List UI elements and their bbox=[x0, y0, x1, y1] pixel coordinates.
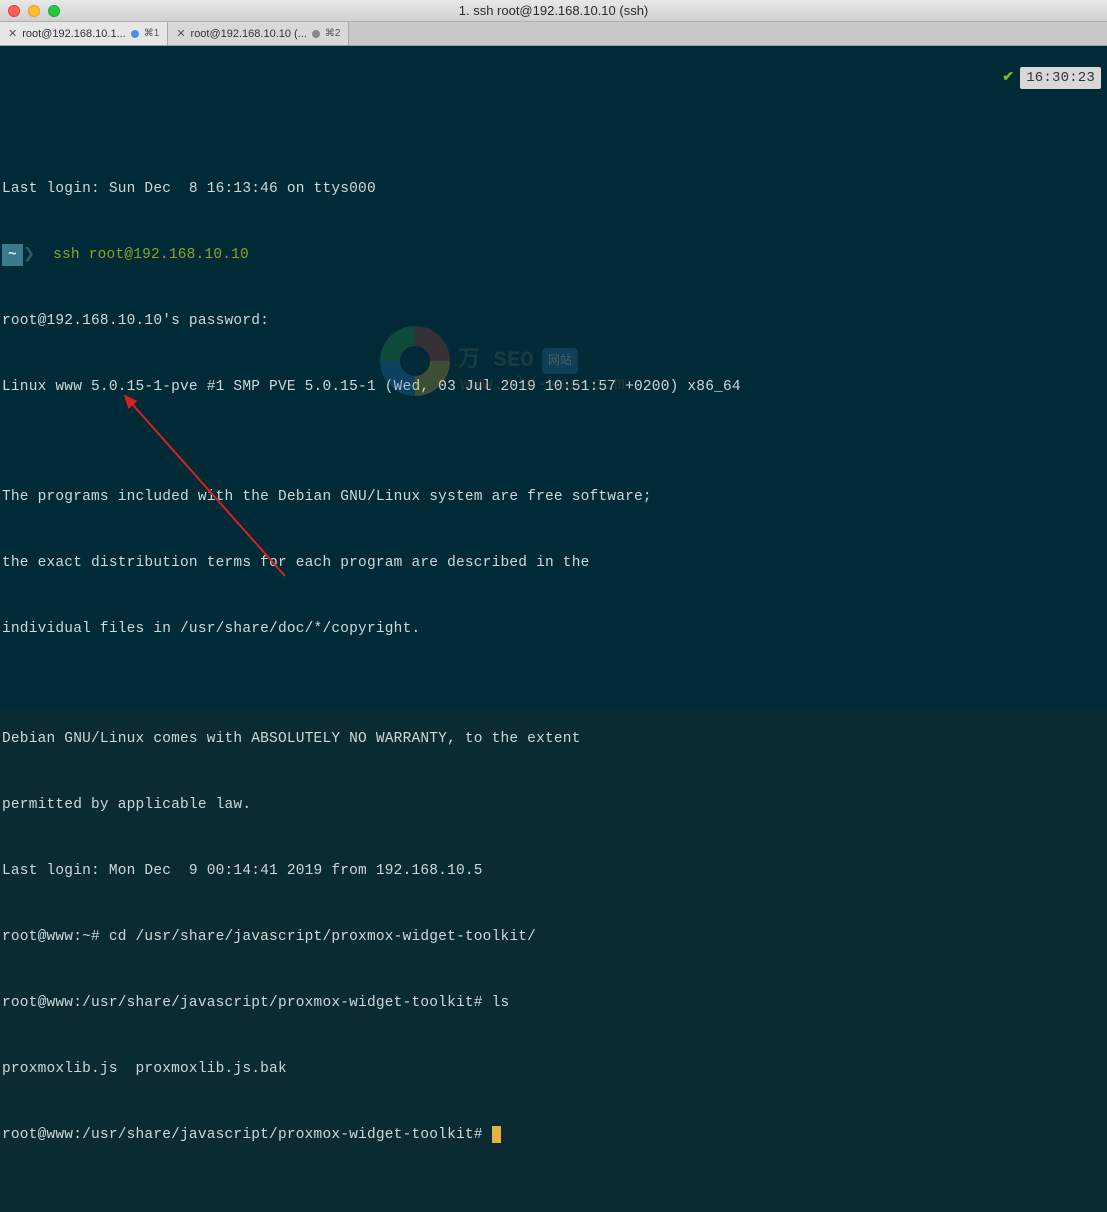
window-title: 1. ssh root@192.168.10.10 (ssh) bbox=[459, 3, 649, 18]
tab-1[interactable]: ✕ root@192.168.10.1... ⌘1 bbox=[0, 22, 168, 45]
prompt-cwd-badge: ~ bbox=[2, 244, 23, 266]
maximize-window-button[interactable] bbox=[48, 5, 60, 17]
command-name: ssh bbox=[53, 247, 80, 263]
terminal-line: permitted by applicable law. bbox=[2, 794, 1105, 816]
terminal-line: proxmoxlib.js proxmoxlib.js.bak bbox=[2, 1058, 1105, 1080]
command-arg: root@192.168.10.10 bbox=[89, 247, 249, 263]
tab-label: root@192.168.10.10 (... bbox=[191, 28, 307, 40]
terminal-line: root@www:/usr/share/javascript/proxmox-w… bbox=[2, 992, 1105, 1014]
terminal-line: ~❯ ssh root@192.168.10.10 bbox=[2, 244, 1105, 266]
tab-shortcut: ⌘1 bbox=[144, 28, 160, 39]
close-window-button[interactable] bbox=[8, 5, 20, 17]
cursor-icon bbox=[492, 1126, 501, 1143]
terminal-line: root@www:~# cd /usr/share/javascript/pro… bbox=[2, 926, 1105, 948]
tab-label: root@192.168.10.1... bbox=[22, 28, 126, 40]
watermark-logo-icon bbox=[380, 326, 450, 396]
chevron-right-icon: ❯ bbox=[23, 247, 35, 263]
check-icon: ✔ bbox=[1002, 67, 1014, 89]
prompt-text: root@www:/usr/share/javascript/proxmox-w… bbox=[2, 1127, 492, 1143]
clock-badge: ✔ 16:30:23 bbox=[1002, 67, 1101, 89]
close-tab-icon[interactable]: ✕ bbox=[8, 27, 17, 40]
status-indicator-icon bbox=[312, 30, 320, 38]
minimize-window-button[interactable] bbox=[28, 5, 40, 17]
tab-shortcut: ⌘2 bbox=[325, 28, 341, 39]
watermark-text: 万 SEO bbox=[458, 350, 534, 372]
terminal-line: individual files in /usr/share/doc/*/cop… bbox=[2, 618, 1105, 640]
tab-2[interactable]: ✕ root@192.168.10.10 (... ⌘2 bbox=[168, 22, 349, 45]
watermark-url: www.old-wan.com bbox=[460, 374, 625, 396]
terminal-area[interactable]: ✔ 16:30:23 万 SEO 网站 www.old-wan.com Last… bbox=[0, 46, 1107, 711]
terminal-line: Last login: Mon Dec 9 00:14:41 2019 from… bbox=[2, 860, 1105, 882]
terminal-line: root@www:/usr/share/javascript/proxmox-w… bbox=[2, 1124, 1105, 1146]
window-titlebar: 1. ssh root@192.168.10.10 (ssh) bbox=[0, 0, 1107, 22]
terminal-line: Last login: Sun Dec 8 16:13:46 on ttys00… bbox=[2, 178, 1105, 200]
terminal-line: the exact distribution terms for each pr… bbox=[2, 552, 1105, 574]
clock-time: 16:30:23 bbox=[1020, 67, 1101, 89]
watermark: 万 SEO 网站 www.old-wan.com bbox=[380, 326, 578, 396]
status-indicator-icon bbox=[131, 30, 139, 38]
watermark-badge: 网站 bbox=[542, 348, 578, 374]
terminal-line: The programs included with the Debian GN… bbox=[2, 486, 1105, 508]
traffic-lights bbox=[0, 5, 60, 17]
close-tab-icon[interactable]: ✕ bbox=[176, 27, 185, 40]
tab-bar: ✕ root@192.168.10.1... ⌘1 ✕ root@192.168… bbox=[0, 22, 1107, 46]
terminal-line: Debian GNU/Linux comes with ABSOLUTELY N… bbox=[2, 728, 1105, 750]
